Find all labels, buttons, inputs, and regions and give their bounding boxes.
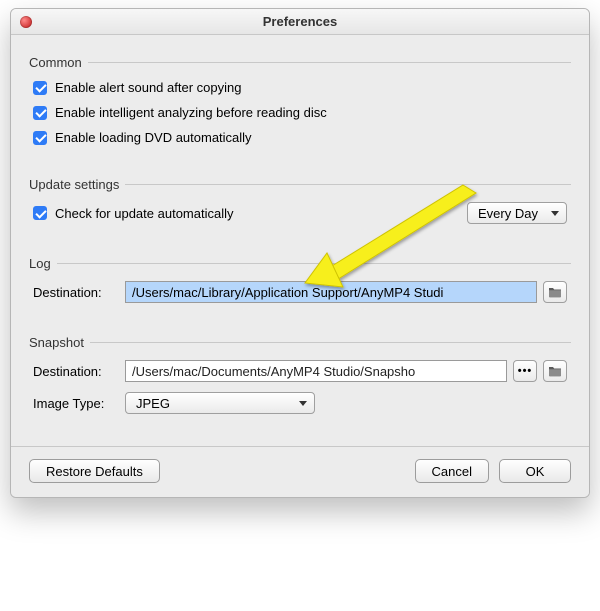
snapshot-open-folder-button[interactable]	[543, 360, 567, 382]
window-title: Preferences	[263, 14, 337, 29]
snapshot-imagetype-select[interactable]: JPEG	[125, 392, 315, 414]
checkbox-enable-autoload-input[interactable]	[33, 131, 47, 145]
log-destination-input[interactable]	[125, 281, 537, 303]
preferences-body: Common Enable alert sound after copying …	[11, 35, 589, 446]
snapshot-destination-input[interactable]	[125, 360, 507, 382]
divider	[125, 184, 571, 185]
checkbox-check-update-label: Check for update automatically	[55, 206, 233, 221]
checkbox-check-update-input[interactable]	[33, 206, 47, 220]
cancel-label: Cancel	[432, 464, 472, 479]
checkbox-enable-alert[interactable]: Enable alert sound after copying	[33, 80, 241, 95]
checkbox-enable-analyze[interactable]: Enable intelligent analyzing before read…	[33, 105, 327, 120]
group-log-title: Log	[29, 256, 57, 271]
group-snapshot-title: Snapshot	[29, 335, 90, 350]
snapshot-imagetype-label: Image Type:	[33, 396, 119, 411]
snapshot-imagetype-select-wrap[interactable]: JPEG	[125, 392, 315, 414]
group-common-title: Common	[29, 55, 88, 70]
ok-button[interactable]: OK	[499, 459, 571, 483]
restore-defaults-button[interactable]: Restore Defaults	[29, 459, 160, 483]
folder-icon	[548, 365, 562, 377]
checkbox-enable-autoload[interactable]: Enable loading DVD automatically	[33, 130, 252, 145]
ok-label: OK	[526, 464, 545, 479]
log-destination-label: Destination:	[33, 285, 119, 300]
snapshot-imagetype-value: JPEG	[136, 396, 170, 411]
update-interval-value: Every Day	[478, 206, 538, 221]
group-update: Update settings Check for update automat…	[29, 177, 571, 242]
footer: Restore Defaults Cancel OK	[11, 446, 589, 497]
close-icon[interactable]	[20, 16, 32, 28]
cancel-button[interactable]: Cancel	[415, 459, 489, 483]
titlebar: Preferences	[11, 9, 589, 35]
restore-defaults-label: Restore Defaults	[46, 464, 143, 479]
checkbox-check-update[interactable]: Check for update automatically	[33, 206, 233, 221]
ellipsis-icon: •••	[518, 366, 533, 377]
log-open-folder-button[interactable]	[543, 281, 567, 303]
snapshot-destination-label: Destination:	[33, 364, 119, 379]
preferences-window: Preferences Common Enable alert sound af…	[10, 8, 590, 498]
divider	[57, 263, 571, 264]
checkbox-enable-analyze-label: Enable intelligent analyzing before read…	[55, 105, 327, 120]
update-interval-select[interactable]: Every Day	[467, 202, 567, 224]
group-common: Common Enable alert sound after copying …	[29, 55, 571, 163]
snapshot-browse-button[interactable]: •••	[513, 360, 537, 382]
checkbox-enable-autoload-label: Enable loading DVD automatically	[55, 130, 252, 145]
checkbox-enable-alert-label: Enable alert sound after copying	[55, 80, 241, 95]
divider	[90, 342, 571, 343]
folder-icon	[548, 286, 562, 298]
checkbox-enable-analyze-input[interactable]	[33, 106, 47, 120]
group-update-title: Update settings	[29, 177, 125, 192]
update-interval-select-wrap[interactable]: Every Day	[467, 202, 567, 224]
group-snapshot: Snapshot Destination: •••	[29, 335, 571, 432]
divider	[88, 62, 571, 63]
checkbox-enable-alert-input[interactable]	[33, 81, 47, 95]
group-log: Log Destination:	[29, 256, 571, 321]
